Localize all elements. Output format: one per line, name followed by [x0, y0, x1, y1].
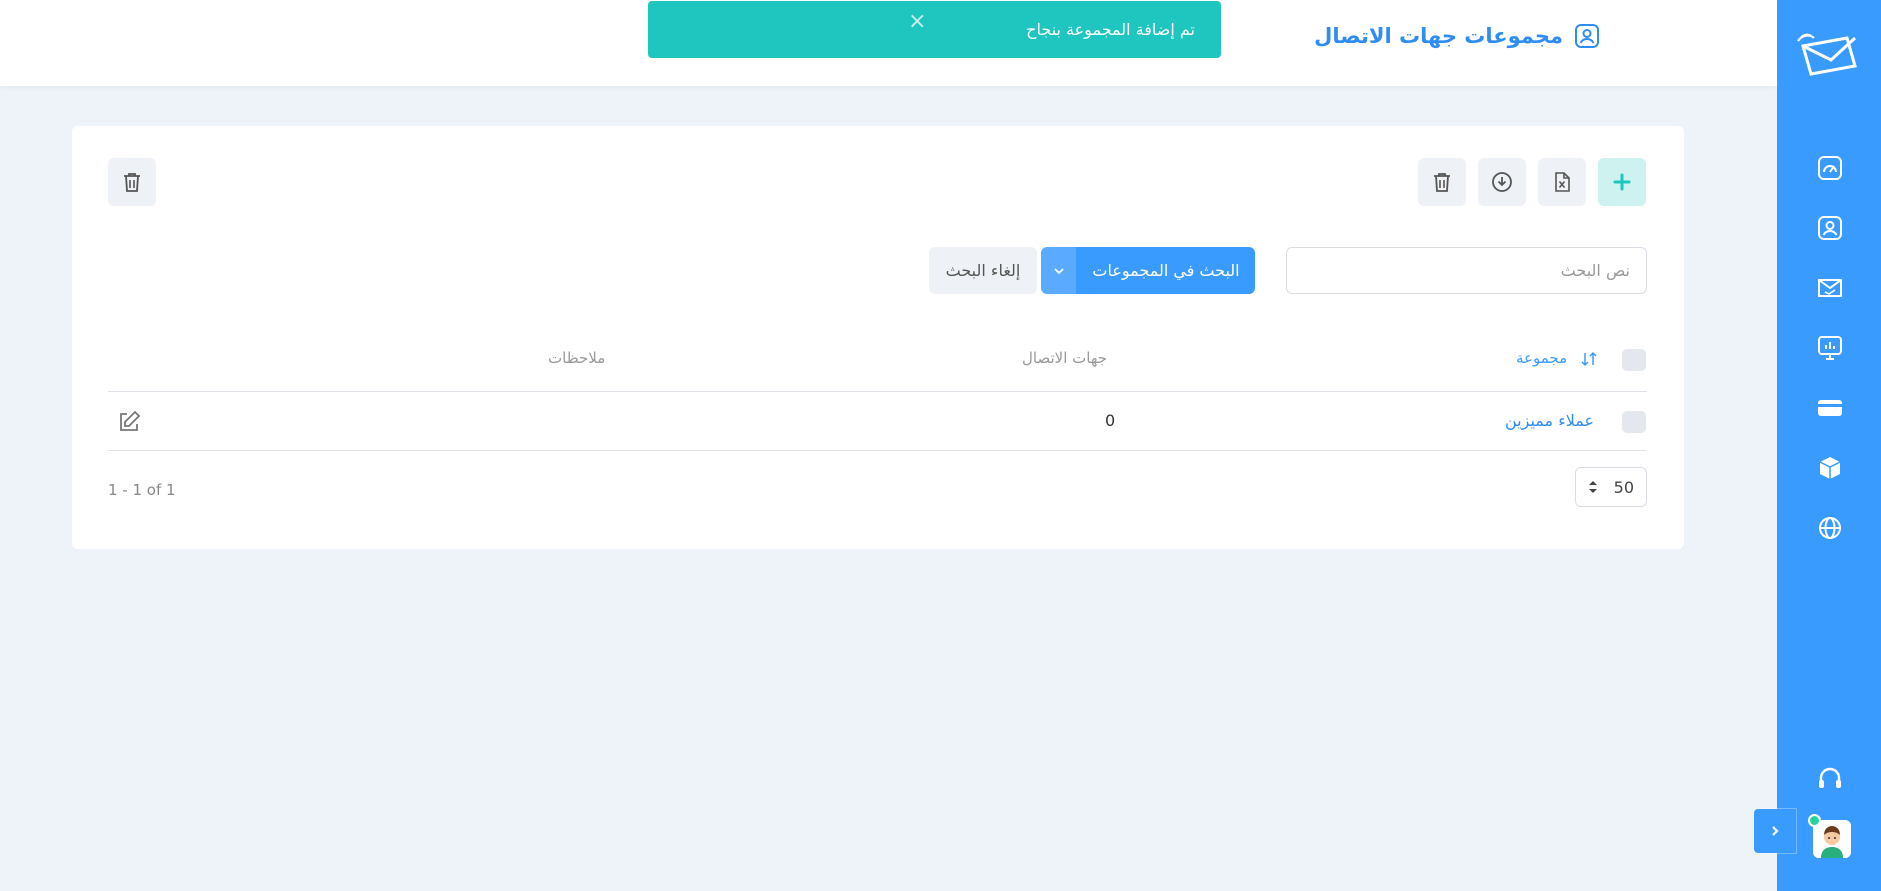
logo-icon	[1797, 33, 1857, 76]
row-divider	[108, 450, 1647, 451]
row-checkbox[interactable]	[1622, 411, 1646, 433]
pagination-info: 1 - 1 of 1	[108, 481, 176, 499]
search-input[interactable]	[1286, 247, 1647, 294]
sidebar-item-dashboard[interactable]	[1810, 148, 1850, 188]
export-excel-button[interactable]	[1538, 158, 1586, 206]
header-divider	[108, 391, 1647, 392]
add-group-button[interactable]	[1598, 158, 1646, 206]
search-groups-button[interactable]: البحث في المجموعات	[1077, 247, 1255, 294]
excel-icon	[1555, 172, 1570, 192]
delete-all-button[interactable]	[108, 158, 156, 206]
sort-icon[interactable]	[1580, 350, 1598, 368]
sort-updown-icon	[1589, 481, 1597, 493]
contacts-count: 0	[1105, 411, 1116, 430]
success-toast: × تم إضافة المجموعة بنجاح	[648, 1, 1221, 58]
trash-icon	[124, 173, 140, 192]
page-title-text: مجموعات جهات الاتصال	[1314, 24, 1563, 48]
chevron-right-icon	[1772, 826, 1779, 836]
online-status-indicator	[1808, 814, 1821, 827]
page-title: مجموعات جهات الاتصال	[1314, 18, 1601, 54]
cancel-search-button[interactable]: إلغاء البحث	[929, 247, 1037, 294]
sidebar-item-language[interactable]	[1810, 508, 1850, 548]
sidebar-item-contacts[interactable]	[1810, 208, 1850, 248]
column-notes-header: ملاحظات	[548, 349, 606, 367]
sidebar-item-support[interactable]	[1810, 758, 1850, 798]
plus-icon	[1613, 173, 1631, 191]
sidebar-item-packages[interactable]	[1810, 448, 1850, 488]
per-page-value: 50	[1613, 477, 1634, 497]
group-name-link[interactable]: عملاء مميزين	[1505, 411, 1594, 430]
download-icon	[1492, 172, 1512, 192]
toast-message: تم إضافة المجموعة بنجاح	[1026, 20, 1195, 39]
dashboard-icon	[1818, 156, 1842, 180]
support-icon	[1819, 767, 1841, 788]
sidebar-item-reports[interactable]	[1810, 328, 1850, 368]
search-options-dropdown[interactable]	[1041, 247, 1077, 294]
chevron-down-icon	[1053, 267, 1064, 274]
edit-icon[interactable]	[116, 409, 142, 435]
messages-icon	[1818, 279, 1842, 297]
delete-selected-button[interactable]	[1418, 158, 1466, 206]
per-page-select[interactable]: 50	[1575, 467, 1647, 507]
language-icon	[1819, 517, 1841, 539]
reports-icon	[1818, 336, 1842, 360]
download-button[interactable]	[1478, 158, 1526, 206]
column-contacts-header: جهات الاتصال	[1022, 349, 1108, 367]
contacts-icon	[1575, 24, 1599, 48]
contacts-icon	[1818, 216, 1842, 240]
sidebar-item-messages[interactable]	[1810, 268, 1850, 308]
packages-icon	[1819, 457, 1841, 479]
close-icon[interactable]: ×	[908, 9, 926, 34]
billing-icon	[1818, 400, 1842, 416]
user-avatar-icon	[1813, 820, 1851, 858]
avatar[interactable]	[1813, 820, 1851, 858]
column-group-header[interactable]: مجموعة	[1516, 349, 1567, 367]
sidebar-item-billing[interactable]	[1810, 388, 1850, 428]
select-all-checkbox[interactable]	[1622, 349, 1646, 371]
trash-icon	[1434, 173, 1450, 192]
sidebar-toggle-button[interactable]	[1754, 809, 1796, 853]
